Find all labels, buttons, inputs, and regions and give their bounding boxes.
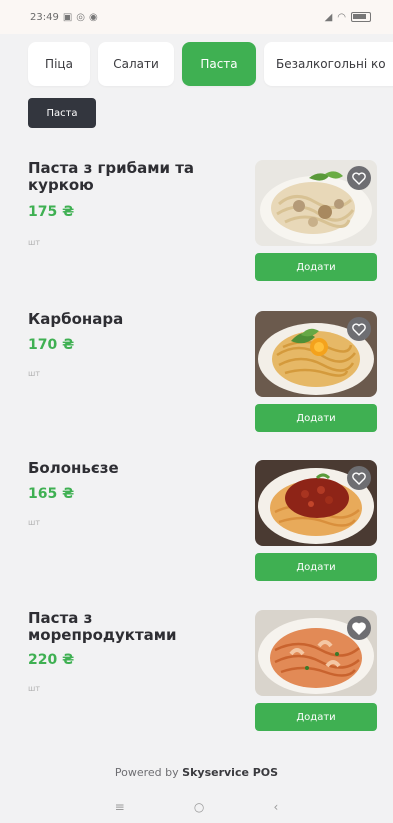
item-photo[interactable] (255, 160, 377, 246)
recent-apps-icon[interactable]: ≡ (115, 800, 125, 814)
add-button[interactable]: Додати (255, 253, 377, 281)
favorite-button[interactable] (347, 616, 371, 640)
status-time: 23:49 (30, 11, 59, 23)
item-photo[interactable] (255, 610, 377, 696)
whatsapp-icon: ◎ (76, 11, 86, 23)
tab-pasta[interactable]: Паста (182, 42, 256, 86)
subcategory-chip[interactable]: Паста (28, 98, 96, 128)
item-price: 220 ₴ (28, 652, 75, 668)
viber-icon: ◉ (89, 11, 98, 23)
home-icon[interactable]: ○ (194, 800, 204, 814)
wifi-icon: ◠ (337, 11, 346, 23)
powered-by: Powered by Skyservice POS (0, 766, 393, 779)
system-navbar: ≡ ○ ‹ (0, 790, 393, 823)
powered-by-prefix: Powered by (114, 766, 183, 779)
tab-soft-drinks[interactable]: Безалкогольні ко (264, 42, 393, 86)
item-unit: шт (28, 369, 40, 378)
item-title: Паста з морепродуктами (28, 609, 177, 644)
item-title: Болоньєзе (28, 459, 119, 477)
item-price: 165 ₴ (28, 486, 75, 502)
item-title: Карбонара (28, 310, 124, 328)
favorite-button[interactable] (347, 166, 371, 190)
menu-item: Карбонара 170 ₴ шт Додати (0, 311, 393, 441)
add-button[interactable]: Додати (255, 553, 377, 581)
item-title: Паста з грибами та куркою (28, 159, 195, 194)
menu-item: Болоньєзе 165 ₴ шт Додати (0, 460, 393, 590)
heart-filled-icon (352, 621, 366, 635)
tab-pizza[interactable]: Піца (28, 42, 90, 86)
heart-outline-icon (352, 471, 366, 485)
battery-icon (351, 12, 371, 22)
item-unit: шт (28, 518, 40, 527)
add-button[interactable]: Додати (255, 703, 377, 731)
powered-by-brand[interactable]: Skyservice POS (182, 766, 278, 779)
add-button[interactable]: Додати (255, 404, 377, 432)
tab-salads[interactable]: Салати (98, 42, 174, 86)
status-left: 23:49 ▣ ◎ ◉ (30, 12, 98, 23)
signal-icon: ◢ (324, 11, 333, 23)
heart-outline-icon (352, 322, 366, 336)
item-unit: шт (28, 238, 40, 247)
menu-item: Паста з морепродуктами 220 ₴ шт Додати (0, 610, 393, 740)
item-photo[interactable] (255, 460, 377, 546)
item-photo[interactable] (255, 311, 377, 397)
heart-outline-icon (352, 171, 366, 185)
item-price: 170 ₴ (28, 337, 75, 353)
back-icon[interactable]: ‹ (274, 800, 279, 814)
favorite-button[interactable] (347, 317, 371, 341)
menu-item: Паста з грибами та куркою 175 ₴ шт Додат… (0, 160, 393, 290)
item-unit: шт (28, 684, 40, 693)
favorite-button[interactable] (347, 466, 371, 490)
notification-icon: ▣ (62, 11, 73, 23)
status-bar: 23:49 ▣ ◎ ◉ ◢ ◠ (0, 0, 393, 34)
item-price: 175 ₴ (28, 204, 75, 220)
category-tabs: Піца Салати Паста Безалкогольні ко (0, 42, 393, 92)
status-right: ◢ ◠ (325, 12, 371, 23)
